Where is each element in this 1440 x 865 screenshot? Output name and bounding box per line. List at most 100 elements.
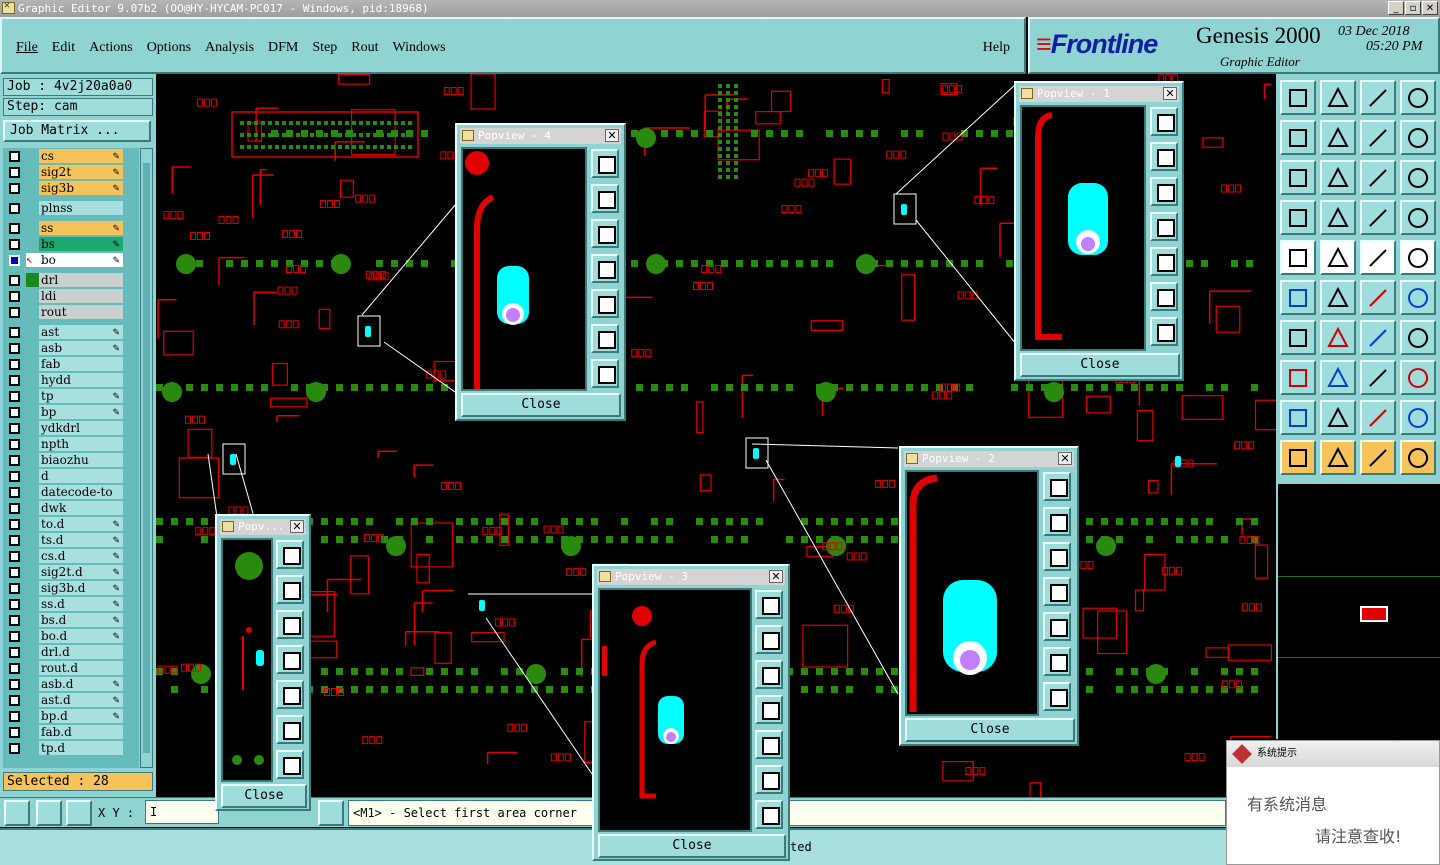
layer-checkbox[interactable] bbox=[9, 391, 20, 402]
move-icon[interactable] bbox=[1360, 280, 1396, 315]
layer-row-hydd[interactable]: hydd bbox=[3, 372, 139, 388]
popview-tool[interactable] bbox=[755, 765, 783, 794]
layer-row-ss[interactable]: ss ✎ bbox=[3, 220, 139, 236]
menu-analysis[interactable]: Analysis bbox=[205, 40, 254, 56]
layer-row-d[interactable]: d bbox=[3, 468, 139, 484]
snap-icon[interactable] bbox=[1280, 240, 1316, 275]
popview-tool[interactable] bbox=[276, 680, 304, 709]
popview-tool[interactable] bbox=[276, 715, 304, 744]
popview-5-close-button[interactable]: Close bbox=[221, 784, 307, 808]
layer-scrollbar[interactable] bbox=[140, 148, 153, 768]
popview-tool[interactable] bbox=[276, 540, 304, 569]
layer-checkbox[interactable] bbox=[9, 727, 20, 738]
menu-actions[interactable]: Actions bbox=[89, 40, 133, 56]
popview-tool[interactable] bbox=[755, 800, 783, 829]
popview-tool[interactable] bbox=[1043, 507, 1071, 536]
layer-row-tp-d[interactable]: tp.d bbox=[3, 740, 139, 756]
popview-close-icon[interactable]: ✕ bbox=[1163, 87, 1177, 100]
menu-help[interactable]: Help bbox=[983, 40, 1010, 56]
maximize-button[interactable]: ▫ bbox=[1405, 1, 1421, 15]
layer-row-bp[interactable]: bp ✎ bbox=[3, 404, 139, 420]
popview-1-view[interactable] bbox=[1020, 105, 1146, 351]
popview-tool[interactable] bbox=[591, 219, 619, 248]
slash-icon[interactable] bbox=[1320, 320, 1356, 355]
fit-icon[interactable] bbox=[1280, 160, 1316, 195]
popview-5-view[interactable] bbox=[221, 538, 273, 782]
layer-row-bp-d[interactable]: bp.d ✎ bbox=[3, 708, 139, 724]
layer-checkbox[interactable] bbox=[9, 375, 20, 386]
mirror-icon[interactable] bbox=[1400, 320, 1436, 355]
layer-checkbox[interactable] bbox=[9, 599, 20, 610]
popview-tool[interactable] bbox=[1150, 317, 1178, 346]
popview-tool[interactable] bbox=[591, 289, 619, 318]
layer-row-datecode-to[interactable]: datecode-to bbox=[3, 484, 139, 500]
popview-tool[interactable] bbox=[1150, 212, 1178, 241]
layer-checkbox[interactable] bbox=[9, 487, 20, 498]
window-icon[interactable] bbox=[1400, 80, 1436, 115]
group-icon[interactable] bbox=[1400, 360, 1436, 395]
layer-checkbox[interactable] bbox=[9, 439, 20, 450]
popview-tool[interactable] bbox=[591, 149, 619, 178]
popview-tool[interactable] bbox=[1150, 282, 1178, 311]
popview-tool[interactable] bbox=[276, 750, 304, 779]
popview-tool[interactable] bbox=[591, 254, 619, 283]
measure-button[interactable] bbox=[36, 800, 62, 826]
triangle2-icon[interactable] bbox=[1320, 400, 1356, 435]
layer-checkbox[interactable] bbox=[9, 239, 20, 250]
layer-checkbox[interactable] bbox=[9, 151, 20, 162]
popview-tool[interactable] bbox=[755, 695, 783, 724]
popview-2-view[interactable] bbox=[905, 470, 1039, 716]
popview-close-icon[interactable]: ✕ bbox=[605, 129, 619, 142]
layer-row-ss-d[interactable]: ss.d ✎ bbox=[3, 596, 139, 612]
layer-checkbox[interactable] bbox=[9, 307, 20, 318]
layer-checkbox[interactable] bbox=[9, 503, 20, 514]
layer-checkbox[interactable] bbox=[9, 255, 20, 266]
layer-checkbox[interactable] bbox=[9, 535, 20, 546]
system-tip-popup[interactable]: 系统提示 有系统消息 请注意查收! bbox=[1226, 740, 1440, 865]
layer-row-asb[interactable]: asb ✎ bbox=[3, 340, 139, 356]
pointer-sel-icon[interactable] bbox=[1360, 440, 1396, 475]
layer-checkbox[interactable] bbox=[9, 695, 20, 706]
layer-row-cs[interactable]: cs ✎ bbox=[3, 148, 139, 164]
popview-tool[interactable] bbox=[1150, 177, 1178, 206]
popview-3-titlebar[interactable]: Popview - 3 ✕ bbox=[597, 569, 785, 585]
cross-icon[interactable] bbox=[1320, 280, 1356, 315]
dim-icon[interactable] bbox=[1360, 360, 1396, 395]
popview-tool[interactable] bbox=[1150, 142, 1178, 171]
popview-tool[interactable] bbox=[1150, 247, 1178, 276]
popview-close-icon[interactable]: ✕ bbox=[769, 570, 783, 583]
layer-row-bo-d[interactable]: bo.d ✎ bbox=[3, 628, 139, 644]
layer-row-dwk[interactable]: dwk bbox=[3, 500, 139, 516]
grid-icon[interactable] bbox=[1320, 200, 1356, 235]
popview-4-window[interactable]: Popview - 4 ✕ Close bbox=[455, 123, 626, 421]
measure-icon[interactable] bbox=[1280, 200, 1316, 235]
popview-tool[interactable] bbox=[276, 575, 304, 604]
layer-checkbox[interactable] bbox=[9, 679, 20, 690]
zoom-out-icon[interactable] bbox=[1320, 80, 1356, 115]
grid-button[interactable] bbox=[66, 800, 92, 826]
layer-row-fab-d[interactable]: fab.d bbox=[3, 724, 139, 740]
pad-icon[interactable] bbox=[1400, 240, 1436, 275]
layer-row-drl-d[interactable]: drl.d bbox=[3, 644, 139, 660]
layer-row-ydkdrl[interactable]: ydkdrl bbox=[3, 420, 139, 436]
layer-checkbox[interactable] bbox=[9, 183, 20, 194]
layer-row-asb-d[interactable]: asb.d ✎ bbox=[3, 676, 139, 692]
triangle-icon[interactable] bbox=[1280, 400, 1316, 435]
route-icon[interactable] bbox=[1400, 440, 1436, 475]
popview-tool[interactable] bbox=[755, 660, 783, 689]
popview-tool[interactable] bbox=[755, 590, 783, 619]
split-icon[interactable] bbox=[1400, 280, 1436, 315]
drop-icon[interactable] bbox=[1280, 360, 1316, 395]
popview-3-view[interactable] bbox=[598, 588, 752, 832]
layer-row-tp[interactable]: tp ✎ bbox=[3, 388, 139, 404]
layer-row-sig2t[interactable]: sig2t ✎ bbox=[3, 164, 139, 180]
layer-row-ast[interactable]: ast ✎ bbox=[3, 324, 139, 340]
layer-checkbox[interactable] bbox=[9, 711, 20, 722]
layer-checkbox[interactable] bbox=[9, 423, 20, 434]
net-highlight-icon[interactable] bbox=[1400, 200, 1436, 235]
layer-checkbox[interactable] bbox=[9, 203, 20, 214]
layer-checkbox[interactable] bbox=[9, 631, 20, 642]
layer-checkbox[interactable] bbox=[9, 167, 20, 178]
layer-checkbox[interactable] bbox=[9, 567, 20, 578]
layer-checkbox[interactable] bbox=[9, 223, 20, 234]
